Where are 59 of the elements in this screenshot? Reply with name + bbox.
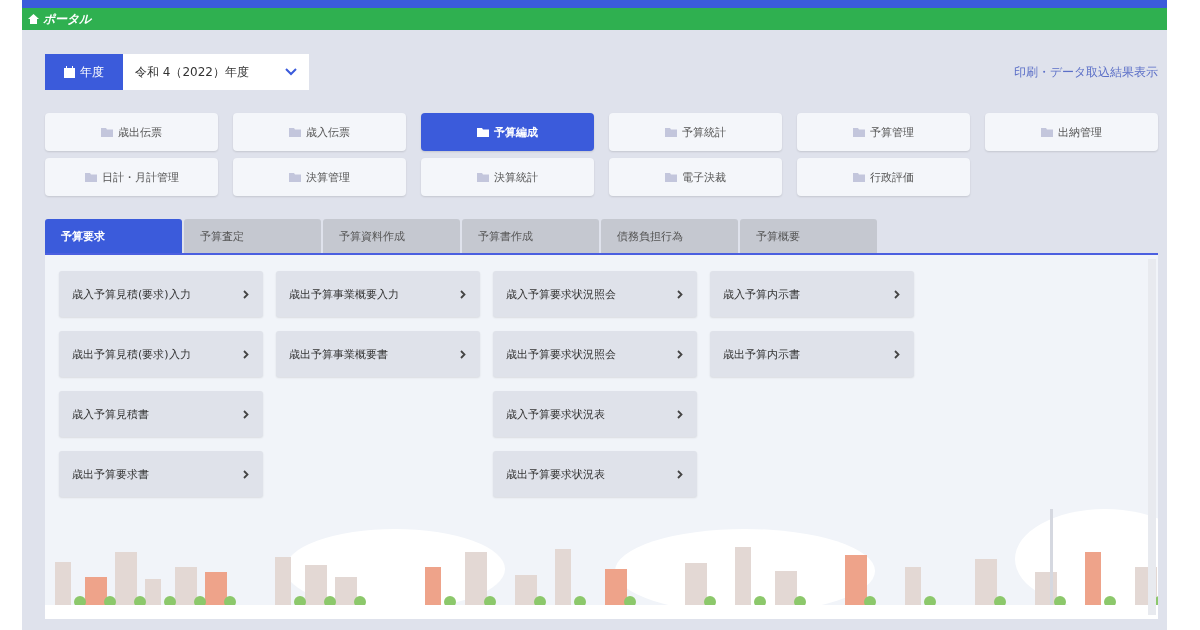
chevron-right-icon	[677, 469, 683, 479]
year-label: 年度	[45, 54, 123, 90]
tab[interactable]: 予算査定	[184, 219, 321, 253]
folder-icon	[665, 172, 677, 182]
home-icon	[28, 14, 39, 24]
menu-item[interactable]: 歳出予算事業概要入力	[276, 271, 480, 317]
menu-item[interactable]: 歳出予算内示書	[710, 331, 914, 377]
folder-icon	[289, 127, 301, 137]
menu-item[interactable]: 歳出予算要求書	[59, 451, 263, 497]
menu-item[interactable]: 歳出予算要求状況照会	[493, 331, 697, 377]
module-button[interactable]: 行政評価	[797, 158, 970, 196]
module-button[interactable]: 電子決裁	[609, 158, 782, 196]
menu-item[interactable]: 歳入予算内示書	[710, 271, 914, 317]
folder-icon	[289, 172, 301, 182]
menu-item[interactable]: 歳入予算見積(要求)入力	[59, 271, 263, 317]
chevron-down-icon	[285, 68, 297, 76]
module-button[interactable]: 予算管理	[797, 113, 970, 151]
module-button[interactable]: 予算編成	[421, 113, 594, 151]
chevron-right-icon	[243, 289, 249, 299]
folder-icon	[101, 127, 113, 137]
folder-icon	[477, 172, 489, 182]
chevron-right-icon	[894, 289, 900, 299]
year-select[interactable]: 令和 4（2022）年度	[123, 54, 309, 90]
chevron-right-icon	[677, 349, 683, 359]
chevron-right-icon	[677, 409, 683, 419]
folder-icon	[853, 172, 865, 182]
menu-item[interactable]: 歳出予算見積(要求)入力	[59, 331, 263, 377]
tab[interactable]: 予算概要	[740, 219, 877, 253]
menu-item[interactable]: 歳入予算見積書	[59, 391, 263, 437]
chevron-right-icon	[243, 469, 249, 479]
folder-icon	[665, 127, 677, 137]
folder-icon	[477, 127, 489, 137]
module-button[interactable]: 出納管理	[985, 113, 1158, 151]
tab[interactable]: 債務負担行為	[601, 219, 738, 253]
menu-item[interactable]: 歳入予算要求状況表	[493, 391, 697, 437]
chevron-right-icon	[460, 349, 466, 359]
menu-item[interactable]: 歳出予算事業概要書	[276, 331, 480, 377]
module-button[interactable]: 決算統計	[421, 158, 594, 196]
menu-item[interactable]: 歳出予算要求状況表	[493, 451, 697, 497]
chevron-right-icon	[894, 349, 900, 359]
module-button[interactable]: 歳入伝票	[233, 113, 406, 151]
folder-icon	[84, 172, 97, 182]
chevron-right-icon	[243, 409, 249, 419]
tab[interactable]: 予算資料作成	[323, 219, 460, 253]
tab[interactable]: 予算要求	[45, 219, 182, 253]
folder-icon	[853, 127, 865, 137]
chevron-right-icon	[460, 289, 466, 299]
chevron-right-icon	[677, 289, 683, 299]
folder-icon	[1041, 127, 1053, 137]
tab[interactable]: 予算書作成	[462, 219, 599, 253]
module-button[interactable]: 歳出伝票	[45, 113, 218, 151]
scrollbar[interactable]	[1148, 259, 1156, 615]
result-link[interactable]: 印刷・データ取込結果表示	[1014, 63, 1158, 81]
menu-item[interactable]: 歳入予算要求状況照会	[493, 271, 697, 317]
module-button[interactable]: 予算統計	[609, 113, 782, 151]
module-button[interactable]: 決算管理	[233, 158, 406, 196]
chevron-right-icon	[243, 349, 249, 359]
calendar-icon	[64, 66, 75, 78]
module-button[interactable]: 日計・月計管理	[45, 158, 218, 196]
